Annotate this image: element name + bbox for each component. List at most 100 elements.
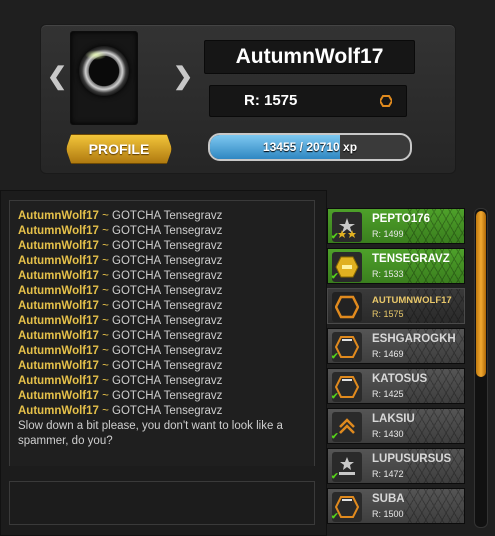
player-row[interactable]: ✔ LUPUSURSUS R: 1472 — [327, 448, 465, 484]
chat-author[interactable]: AutumnWolf17 — [18, 240, 99, 252]
chat-author[interactable]: AutumnWolf17 — [18, 405, 99, 417]
online-check-icon: ✔ — [331, 231, 339, 241]
online-check-icon: ✔ — [331, 351, 339, 361]
chat-text: GOTCHA Tensegravz — [112, 345, 223, 357]
chat-system-message: Slow down a bit please, you don't want t… — [18, 420, 283, 447]
player-row[interactable]: ✔ PEPTO176 R: 1499 — [327, 208, 465, 244]
chat-message: AutumnWolf17 ~ GOTCHA Tensegravz — [18, 269, 306, 284]
xp-progress-text: 13455 / 20710 xp — [262, 140, 358, 154]
player-rating: R: 1575 — [372, 309, 404, 319]
player-row[interactable]: ✔ SUBA R: 1500 — [327, 488, 465, 524]
player-name: ESHGAROGKH — [372, 333, 456, 345]
chat-text: GOTCHA Tensegravz — [112, 255, 223, 267]
chat-log: AutumnWolf17 ~ GOTCHA Tensegravz AutumnWo… — [9, 200, 315, 466]
chat-author[interactable]: AutumnWolf17 — [18, 315, 99, 327]
chat-text: GOTCHA Tensegravz — [112, 405, 223, 417]
chat-message: AutumnWolf17 ~ GOTCHA Tensegravz — [18, 224, 306, 239]
player-rating: R: 1430 — [372, 429, 404, 439]
player-rating: R: 1499 — [372, 229, 404, 239]
player-row[interactable]: ✔ LAKSIU R: 1430 — [327, 408, 465, 444]
chat-text: GOTCHA Tensegravz — [112, 240, 223, 252]
chat-author[interactable]: AutumnWolf17 — [18, 390, 99, 402]
chat-text: GOTCHA Tensegravz — [112, 270, 223, 282]
chat-message: AutumnWolf17 ~ GOTCHA Tensegravz — [18, 374, 306, 389]
player-name: KATOSUS — [372, 373, 428, 385]
player-rating: R: 1469 — [372, 349, 404, 359]
player-rating: R: 1472 — [372, 469, 404, 479]
chat-author[interactable]: AutumnWolf17 — [18, 270, 99, 282]
chat-text: GOTCHA Tensegravz — [112, 210, 223, 222]
hexagon-rank-icon — [380, 95, 392, 107]
avatar[interactable] — [70, 31, 138, 125]
rating-box: R: 1575 — [209, 85, 407, 117]
chat-text: GOTCHA Tensegravz — [112, 330, 223, 342]
chat-separator: ~ — [98, 210, 113, 222]
chat-message: AutumnWolf17 ~ GOTCHA Tensegravz — [18, 329, 306, 344]
chat-separator: ~ — [98, 330, 113, 342]
chat-author[interactable]: AutumnWolf17 — [18, 300, 99, 312]
chat-text: GOTCHA Tensegravz — [112, 300, 223, 312]
player-row[interactable]: AUTUMNWOLF17 R: 1575 — [327, 288, 465, 324]
chat-author[interactable]: AutumnWolf17 — [18, 345, 99, 357]
chat-text: GOTCHA Tensegravz — [112, 225, 223, 237]
chat-separator: ~ — [98, 270, 113, 282]
player-name: LUPUSURSUS — [372, 453, 452, 465]
player-row[interactable]: ✔ ESHGAROGKH R: 1469 — [327, 328, 465, 364]
player-row[interactable]: ✔ KATOSUS R: 1425 — [327, 368, 465, 404]
player-list-scrollbar[interactable] — [474, 208, 488, 528]
player-list: ✔ PEPTO176 R: 1499 ✔ TENSEGRAVZ R: 1533 AUTUMN… — [325, 200, 495, 534]
player-row[interactable]: ✔ TENSEGRAVZ R: 1533 — [327, 248, 465, 284]
player-rating: R: 1533 — [372, 269, 404, 279]
chat-separator: ~ — [98, 375, 113, 387]
chat-author[interactable]: AutumnWolf17 — [18, 210, 99, 222]
profile-button[interactable]: PROFILE — [66, 134, 172, 164]
chat-separator: ~ — [98, 405, 113, 417]
chat-text: GOTCHA Tensegravz — [112, 315, 223, 327]
chat-message: AutumnWolf17 ~ GOTCHA Tensegravz — [18, 314, 306, 329]
player-name: TENSEGRAVZ — [372, 253, 450, 265]
chat-separator: ~ — [98, 360, 113, 372]
online-check-icon: ✔ — [331, 511, 339, 521]
scrollbar-thumb[interactable] — [476, 211, 486, 377]
chat-message: AutumnWolf17 ~ GOTCHA Tensegravz — [18, 344, 306, 359]
chat-message: AutumnWolf17 ~ GOTCHA Tensegravz — [18, 209, 306, 224]
chat-input[interactable] — [9, 481, 315, 525]
chat-author[interactable]: AutumnWolf17 — [18, 285, 99, 297]
online-check-icon: ✔ — [331, 271, 339, 281]
chat-message: AutumnWolf17 ~ GOTCHA Tensegravz — [18, 254, 306, 269]
hex-pattern — [404, 489, 464, 523]
player-rating: R: 1425 — [372, 389, 404, 399]
chat-message: AutumnWolf17 ~ GOTCHA Tensegravz — [18, 299, 306, 314]
chat-separator: ~ — [98, 255, 113, 267]
chat-author[interactable]: AutumnWolf17 — [18, 330, 99, 342]
online-check-icon: ✔ — [331, 431, 339, 441]
chat-message: AutumnWolf17 ~ GOTCHA Tensegravz — [18, 404, 306, 419]
chat-author[interactable]: AutumnWolf17 — [18, 225, 99, 237]
chat-message: AutumnWolf17 ~ GOTCHA Tensegravz — [18, 239, 306, 254]
chat-separator: ~ — [98, 285, 113, 297]
chat-author[interactable]: AutumnWolf17 — [18, 375, 99, 387]
chat-message: AutumnWolf17 ~ GOTCHA Tensegravz — [18, 359, 306, 374]
player-name: SUBA — [372, 493, 405, 505]
xp-progress-bar: 13455 / 20710 xp — [208, 133, 412, 161]
chat-author[interactable]: AutumnWolf17 — [18, 360, 99, 372]
chat-separator: ~ — [98, 300, 113, 312]
next-avatar-arrow[interactable]: ❯ — [173, 65, 193, 89]
avatar-glint — [85, 50, 107, 60]
rating-value: R: 1575 — [244, 92, 298, 109]
chat-separator: ~ — [98, 225, 113, 237]
chat-separator: ~ — [98, 315, 113, 327]
chat-message: AutumnWolf17 ~ GOTCHA Tensegravz — [18, 284, 306, 299]
chat-separator: ~ — [98, 240, 113, 252]
chat-separator: ~ — [98, 345, 113, 357]
chat-text: GOTCHA Tensegravz — [112, 360, 223, 372]
player-name: AUTUMNWOLF17 — [372, 295, 452, 306]
online-check-icon: ✔ — [331, 471, 339, 481]
player-name: LAKSIU — [372, 413, 415, 425]
chat-separator: ~ — [98, 390, 113, 402]
chat-author[interactable]: AutumnWolf17 — [18, 255, 99, 267]
prev-avatar-arrow[interactable]: ❮ — [47, 65, 67, 89]
username: AutumnWolf17 — [204, 40, 415, 74]
chat-message: AutumnWolf17 ~ GOTCHA Tensegravz — [18, 389, 306, 404]
online-check-icon: ✔ — [331, 391, 339, 401]
